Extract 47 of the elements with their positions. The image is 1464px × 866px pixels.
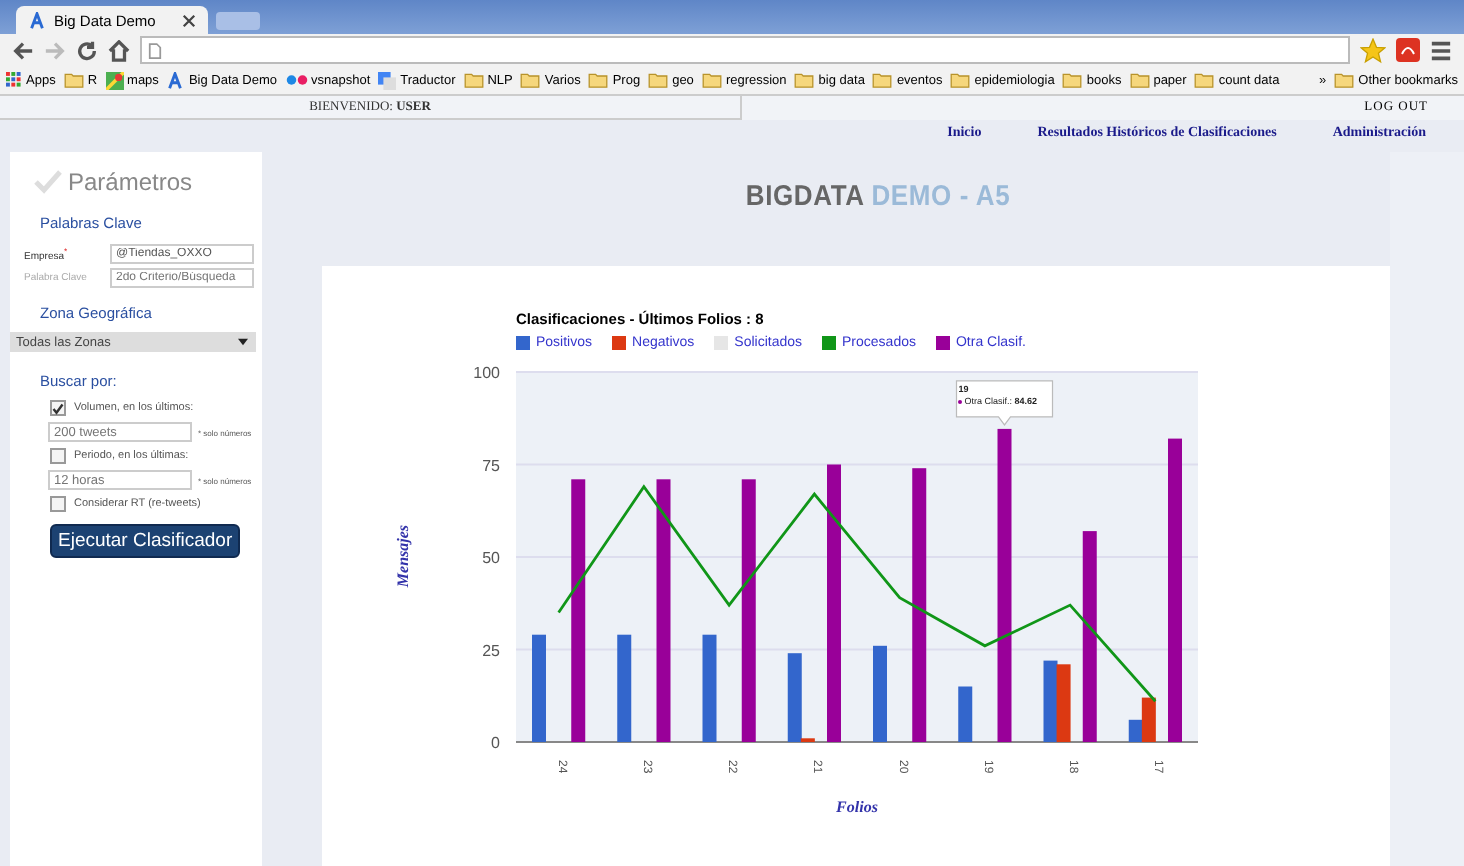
dots-icon [285, 74, 308, 86]
close-icon[interactable] [182, 13, 196, 27]
folder-icon [950, 72, 971, 88]
axis-tick-label: 75 [482, 456, 500, 475]
checkmark-icon [34, 170, 62, 194]
axis-title: Folios [836, 798, 878, 816]
folder-icon [648, 72, 669, 88]
axis-tick-label: 25 [482, 641, 500, 660]
back-icon[interactable] [12, 39, 34, 61]
address-field[interactable] [140, 36, 1350, 64]
folder-icon [1334, 72, 1355, 88]
translate-icon [378, 71, 397, 89]
folder-icon [872, 72, 893, 88]
axis-tick-label: 0 [491, 734, 500, 752]
home-icon[interactable] [108, 39, 130, 61]
folder-icon [701, 72, 722, 88]
panel-title: Parámetros [68, 168, 193, 196]
page-title: BIGDATA DEMO - A5 [745, 178, 1011, 212]
checkbox[interactable] [50, 496, 66, 512]
logo-icon [166, 71, 185, 89]
folder-icon [588, 72, 609, 88]
page-icon [148, 41, 162, 59]
axis-tick-label: 50 [482, 549, 500, 567]
folder-icon [1062, 72, 1083, 88]
reload-icon[interactable] [76, 39, 98, 61]
star-icon[interactable] [1360, 37, 1386, 63]
menu-icon[interactable] [1430, 39, 1452, 61]
run-button[interactable]: Ejecutar Clasificador [50, 524, 241, 558]
bar[interactable] [617, 634, 632, 742]
bar[interactable] [958, 686, 973, 742]
axis-title: Mensajes [394, 524, 412, 588]
folder-icon [794, 72, 815, 88]
logo-icon [28, 11, 46, 29]
folder-icon [463, 72, 484, 88]
bar[interactable] [571, 479, 586, 742]
dropdown-caret-icon [238, 338, 248, 346]
axis-tick-label: 100 [473, 364, 500, 382]
folder-icon [520, 72, 541, 88]
pdf-icon[interactable] [1396, 38, 1420, 62]
checkbox[interactable] [50, 448, 66, 464]
bar[interactable] [912, 468, 927, 742]
folder-icon [63, 72, 84, 88]
apps-icon [6, 72, 22, 88]
folder-icon [1194, 72, 1215, 88]
map-icon [105, 71, 124, 89]
checkbox[interactable] [50, 400, 66, 416]
folder-icon [1129, 72, 1150, 88]
